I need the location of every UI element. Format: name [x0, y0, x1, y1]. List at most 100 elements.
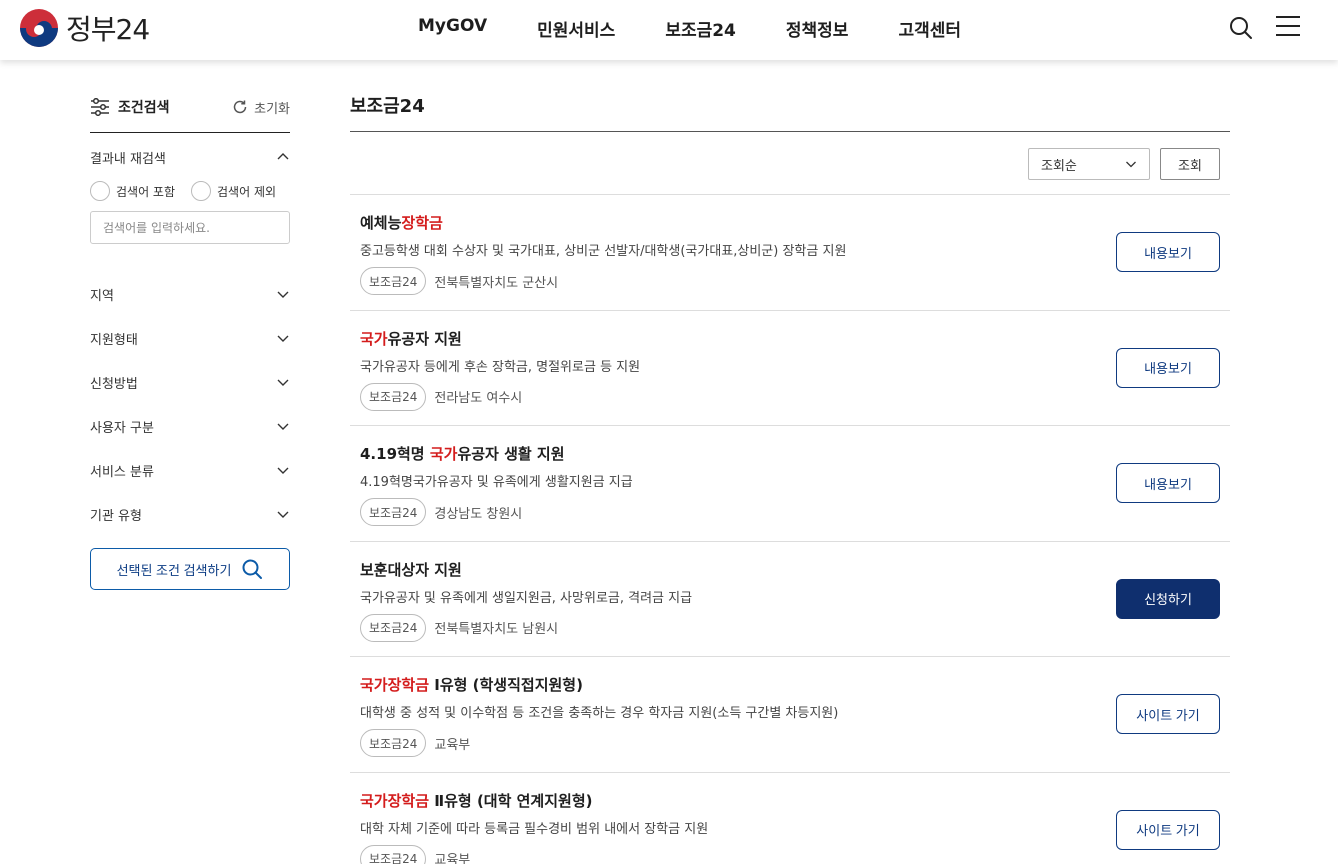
item-title-text: Ⅱ유형 (대학 연계지원형): [429, 791, 593, 810]
radio-circle[interactable]: [90, 181, 110, 201]
filter-service-category[interactable]: 서비스 분류: [90, 448, 290, 492]
source-tag-badge: 보조금24: [360, 498, 427, 526]
sort-select[interactable]: 조회순: [1028, 148, 1150, 180]
site-header: 정부24 MyGOV 민원서비스 보조금24 정책정보 고객센터: [0, 0, 1338, 60]
view-details-button[interactable]: 내용보기: [1116, 463, 1220, 503]
item-title-text: 예체능: [360, 214, 402, 232]
item-title-highlight: 국가장학금: [360, 676, 430, 694]
subsidy-list: 예체능장학금중고등학생 대회 수상자 및 국가대표, 상비군 선발자/대학생(국…: [350, 195, 1230, 864]
item-description: 대학생 중 성적 및 이수학점 등 조건을 충족하는 경우 학자금 지원(소득 …: [360, 706, 839, 721]
sort-apply-button[interactable]: 조회: [1160, 148, 1220, 180]
item-meta: 보조금24 전북특별자치도 남원시: [360, 613, 559, 642]
sort-selected-value: 조회순: [1041, 158, 1077, 174]
item-description: 중고등학생 대회 수상자 및 국가대표, 상비군 선발자/대학생(국가대표,상비…: [360, 244, 847, 259]
refine-search-input[interactable]: [90, 211, 290, 244]
item-title[interactable]: 국가장학금 Ⅱ유형 (대학 연계지원형): [360, 790, 592, 811]
search-selected-conditions-button[interactable]: 선택된 조건 검색하기: [90, 548, 290, 590]
item-description: 국가유공자 및 유족에게 생일지원금, 사망위로금, 격려금 지급: [360, 590, 693, 606]
chevron-down-icon: [277, 423, 289, 430]
nav-item-civil-service[interactable]: 민원서비스: [537, 16, 615, 41]
subsidy-list-main: 보조금24 조회순 조회 예체능장학금중고등학생 대회 수상자 및 국가대표, …: [350, 92, 1230, 864]
filter-apply-method[interactable]: 신청방법: [90, 360, 290, 404]
list-item: 국가유공자 지원 국가유공자 등에게 후손 장학금, 명절위로금 등 지원 보조금2…: [350, 311, 1230, 426]
filter-sliders-icon: [91, 98, 109, 116]
source-tag-badge: 보조금24: [360, 729, 427, 757]
nav-item-subsidy24[interactable]: 보조금24: [665, 16, 736, 41]
sidebar-title: 조건검색: [118, 100, 170, 116]
radio-include-label: 검색어 포함: [116, 184, 176, 199]
refine-toggle[interactable]: 결과내 재검색: [90, 147, 290, 167]
item-title-highlight: 국가: [429, 445, 458, 463]
item-title[interactable]: 보훈대상자 지원: [360, 559, 462, 580]
filter-label: 기관 유형: [90, 508, 142, 524]
item-title-highlight: 국가: [360, 329, 388, 348]
apply-button[interactable]: 신청하기: [1116, 578, 1220, 619]
chevron-down-icon: [1126, 161, 1136, 168]
item-meta: 보조금24 전라남도 여수시: [360, 382, 523, 411]
item-description: 대학 자체 기준에 따라 등록금 필수경비 범위 내에서 장학금 지원: [360, 821, 709, 837]
source-tag-badge: 보조금24: [360, 613, 427, 642]
item-meta: 보조금24 교육부: [360, 844, 470, 864]
logo-text: 정부24: [66, 13, 150, 46]
source-tag-badge: 보조금24: [360, 267, 427, 295]
item-title-highlight: 장학금: [401, 214, 443, 232]
refine-label: 결과내 재검색: [90, 151, 166, 167]
filter-label: 지원형태: [90, 332, 138, 348]
chevron-down-icon: [277, 511, 289, 518]
sort-bar: 조회순 조회: [350, 132, 1230, 195]
item-meta: 보조금24 전북특별자치도 군산시: [360, 267, 558, 295]
item-title-text: 4.19혁명: [360, 445, 430, 463]
nav-item-mygov[interactable]: MyGOV: [418, 16, 487, 41]
filter-label: 사용자 구분: [90, 420, 154, 436]
item-title-text: Ⅰ유형 (학생직접지원형): [429, 676, 583, 694]
view-details-button[interactable]: 내용보기: [1116, 232, 1220, 272]
go-to-site-button[interactable]: 사이트 가기: [1116, 694, 1220, 734]
source-tag-badge: 보조금24: [360, 382, 427, 411]
item-agency: 전라남도 여수시: [434, 391, 523, 406]
item-title-text: 유공자 생활 지원: [457, 445, 565, 463]
site-logo[interactable]: 정부24: [20, 8, 150, 48]
item-agency: 전북특별자치도 남원시: [434, 622, 559, 637]
filter-region[interactable]: 지역: [90, 272, 290, 316]
condition-search-sidebar: 조건검색 초기화 결과내 재검색 검색어 포함 검색어 제외 지역: [90, 92, 290, 590]
radio-exclude-label: 검색어 제외: [217, 184, 277, 199]
item-title[interactable]: 예체능장학금: [360, 212, 443, 233]
radio-include-keyword[interactable]: 검색어 포함: [90, 181, 175, 201]
refine-section: 결과내 재검색 검색어 포함 검색어 제외: [90, 133, 290, 244]
item-title-text: 유공자 지원: [387, 329, 462, 348]
item-meta: 보조금24 교육부: [360, 729, 470, 757]
go-to-site-button[interactable]: 사이트 가기: [1116, 809, 1220, 850]
radio-exclude-keyword[interactable]: 검색어 제외: [191, 181, 276, 201]
radio-circle[interactable]: [191, 181, 212, 201]
chevron-down-icon: [277, 291, 289, 298]
item-agency: 경상남도 창원시: [434, 506, 523, 522]
nav-item-policy[interactable]: 정책정보: [786, 16, 849, 41]
filter-support-type[interactable]: 지원형태: [90, 316, 290, 360]
sidebar-header: 조건검색 초기화: [90, 92, 290, 133]
item-title-highlight: 국가장학금: [360, 791, 430, 810]
filter-agency-type[interactable]: 기관 유형: [90, 492, 290, 536]
list-item: 4.19혁명 국가유공자 생활 지원 4.19혁명국가유공자 및 유족에게 생활지…: [350, 426, 1230, 542]
reset-button[interactable]: 초기화: [232, 98, 290, 117]
taegeuk-emblem-icon: [20, 9, 58, 47]
chevron-down-icon: [277, 379, 289, 386]
chevron-down-icon: [277, 467, 289, 474]
item-title[interactable]: 4.19혁명 국가유공자 생활 지원: [360, 443, 565, 464]
item-title-text: 보훈대상자 지원: [360, 560, 462, 579]
hamburger-menu-icon[interactable]: [1276, 16, 1300, 38]
view-details-button[interactable]: 내용보기: [1116, 347, 1220, 388]
item-title[interactable]: 국가유공자 지원: [360, 328, 462, 349]
item-agency: 전북특별자치도 군산시: [434, 275, 559, 291]
list-item: 국가장학금 Ⅱ유형 (대학 연계지원형) 대학 자체 기준에 따라 등록금 필수경…: [350, 773, 1230, 864]
filter-label: 신청방법: [90, 376, 138, 392]
nav-item-customer-center[interactable]: 고객센터: [898, 16, 961, 41]
item-meta: 보조금24 경상남도 창원시: [360, 498, 522, 526]
item-title[interactable]: 국가장학금 Ⅰ유형 (학생직접지원형): [360, 674, 583, 695]
search-icon: [242, 559, 263, 579]
search-icon[interactable]: [1228, 15, 1254, 41]
page-title: 보조금24: [350, 92, 1230, 132]
filter-label: 지역: [90, 288, 114, 304]
list-item: 보훈대상자 지원국가유공자 및 유족에게 생일지원금, 사망위로금, 격려금 지…: [350, 542, 1230, 657]
list-item: 예체능장학금중고등학생 대회 수상자 및 국가대표, 상비군 선발자/대학생(국…: [350, 195, 1230, 311]
filter-user-type[interactable]: 사용자 구분: [90, 404, 290, 448]
